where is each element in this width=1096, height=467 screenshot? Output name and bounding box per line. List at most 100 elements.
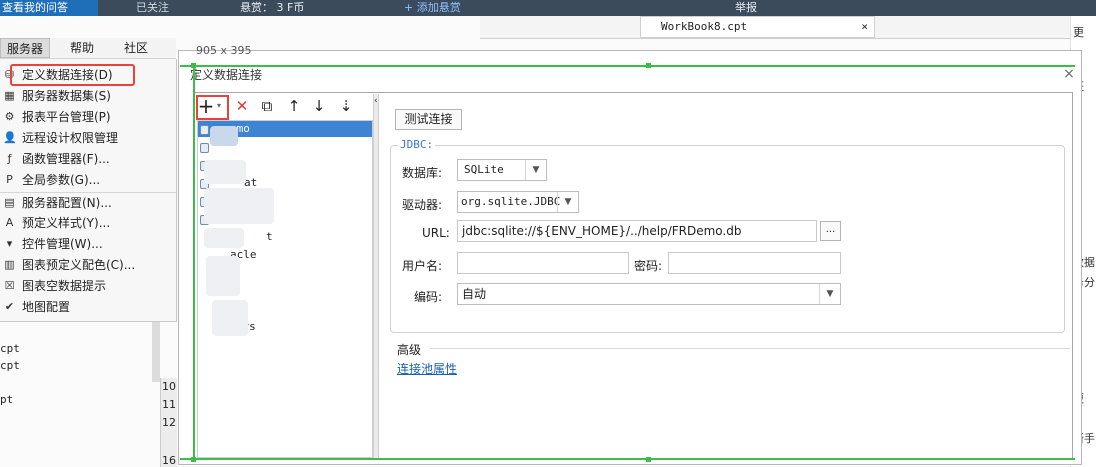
selection-handle[interactable] <box>191 457 196 462</box>
menu-item-label: 服务器数据集(S) <box>22 89 111 103</box>
delete-icon[interactable]: ✕ <box>231 94 253 118</box>
menu-item-label: 报表平台管理(P) <box>22 110 111 124</box>
menu-help[interactable]: 帮助 <box>64 38 100 58</box>
blur-mask <box>204 160 246 184</box>
global-param-icon: P <box>6 173 13 186</box>
menu-item-label: 预定义样式(Y)... <box>22 216 111 230</box>
server-config-icon: ▤ <box>4 196 15 209</box>
followed-button[interactable]: 已关注 <box>96 0 226 16</box>
row-number: 12 <box>162 416 176 429</box>
map-config-icon: ✔ <box>4 300 15 313</box>
menu-item-label: 服务器配置(N)... <box>22 196 112 210</box>
database-value: SQLite <box>464 163 504 176</box>
menu-item-server-dataset[interactable]: ▦ 服务器数据集(S) <box>0 86 176 107</box>
dialog-close-icon[interactable]: × <box>1061 66 1077 82</box>
selection-border-left <box>193 65 195 460</box>
selection-handle[interactable] <box>646 63 651 68</box>
collapse-arrow-icon[interactable]: ‹ <box>374 96 378 106</box>
copy-icon[interactable]: ⧉ <box>256 94 278 118</box>
dialog-title: 定义数据连接 <box>190 68 263 82</box>
row-number: 16 <box>162 454 176 467</box>
menu-item-chart-color[interactable]: ▥ 图表预定义配色(C)... <box>0 255 176 276</box>
highlight-define-connection <box>10 64 135 86</box>
row-number: 11 <box>162 398 176 411</box>
selection-border-top <box>180 65 1075 67</box>
tab-workbook8[interactable]: WorkBook8.cpt × <box>640 16 875 38</box>
menu-item-label: 函数管理器(F)... <box>22 152 110 166</box>
menu-item-widget-manage[interactable]: ▾ 控件管理(W)... <box>0 234 176 255</box>
database-select[interactable]: SQLite ▼ <box>457 159 547 181</box>
jdbc-legend: JDBC: <box>398 138 436 151</box>
row-header: 10 11 12 16 <box>160 378 177 467</box>
menu-item-platform-manage[interactable]: ⚙ 报表平台管理(P) <box>0 107 176 128</box>
encoding-value: 自动 <box>462 287 487 301</box>
selection-handle[interactable] <box>646 457 651 462</box>
menu-community[interactable]: 社区 <box>118 38 154 58</box>
menu-item-map-config[interactable]: ✔ 地图配置 <box>0 297 176 318</box>
menu-bar: 服务器 帮助 社区 <box>0 38 176 59</box>
panel-splitter[interactable]: ‹ <box>373 94 379 458</box>
server-dataset-icon: ▦ <box>4 89 15 102</box>
chart-color-icon: ▥ <box>4 258 15 271</box>
connection-pool-link[interactable]: 连接池属性 <box>397 360 457 377</box>
browse-button[interactable]: ... <box>820 221 841 241</box>
menu-item-global-param[interactable]: P 全局参数(G)... <box>0 170 176 191</box>
username-input[interactable] <box>457 252 629 274</box>
tab-close-icon[interactable]: × <box>861 17 868 37</box>
blur-mask <box>206 256 240 296</box>
top-bar: 查看我的问答 已关注 悬赏： 3 F币 + 添加悬赏 举报 <box>0 0 1096 16</box>
reward-label: 悬赏： 3 F币 <box>240 1 305 14</box>
server-menu: ⛁ 定义数据连接(D) ▦ 服务器数据集(S) ⚙ 报表平台管理(P) 👤 远程设计权限… <box>0 59 177 322</box>
menu-item-label: 远程设计权限管理 <box>22 131 119 145</box>
chevron-down-icon: ▼ <box>557 192 578 212</box>
database-label: 数据库: <box>402 166 443 180</box>
url-label: URL: <box>422 226 450 240</box>
move-down-icon[interactable]: ↓ <box>308 94 330 118</box>
username-label: 用户名: <box>402 259 443 273</box>
menu-item-label: 图表空数据提示 <box>22 279 107 293</box>
platform-manage-icon: ⚙ <box>4 110 15 123</box>
driver-value: org.sqlite.JDBC <box>461 195 561 208</box>
driver-select[interactable]: org.sqlite.JDBC ▼ <box>457 191 579 213</box>
predefined-style-icon: A <box>5 216 14 229</box>
database-icon <box>200 143 209 153</box>
encoding-label: 编码: <box>414 290 443 304</box>
test-connection-button[interactable]: 测试连接 <box>395 109 462 130</box>
password-input[interactable] <box>668 252 841 274</box>
chevron-down-icon: ▼ <box>525 160 546 180</box>
file-list-item[interactable]: cpt <box>0 342 20 355</box>
menu-item-chart-empty[interactable]: ☒ 图表空数据提示 <box>0 276 176 297</box>
chart-empty-icon: ☒ <box>4 279 15 292</box>
reward-value: 3 F币 <box>276 1 305 14</box>
menu-item-label: 图表预定义配色(C)... <box>22 258 136 272</box>
blur-mask <box>204 188 274 224</box>
password-label: 密码: <box>634 259 663 273</box>
chevron-down-icon: ▼ <box>819 284 840 304</box>
database-icon <box>200 125 209 135</box>
report-link[interactable]: 举报 <box>735 0 757 16</box>
size-hint: 905 x 395 <box>196 44 252 57</box>
url-input[interactable]: jdbc:sqlite://${ENV_HOME}/../help/FRDemo… <box>457 220 817 242</box>
file-list-item[interactable]: pt <box>0 393 13 406</box>
selection-handle[interactable] <box>191 63 196 68</box>
function-manager-icon: ƒ <box>7 152 12 165</box>
move-up-icon[interactable]: ↑ <box>283 94 305 118</box>
right-edge-text: 更 <box>1073 26 1084 39</box>
menu-server[interactable]: 服务器 <box>0 38 51 58</box>
menu-item-function-manager[interactable]: ƒ 函数管理器(F)... <box>0 149 176 170</box>
add-reward-link[interactable]: + 添加悬赏 <box>404 0 461 16</box>
menu-item-label: 全局参数(G)... <box>22 173 101 187</box>
menu-item-predefined-style[interactable]: A 预定义样式(Y)... <box>0 213 176 234</box>
tab-workbook8-label: WorkBook8.cpt <box>661 20 748 33</box>
encoding-select[interactable]: 自动 ▼ <box>457 283 841 305</box>
sort-icon[interactable]: ⇣ <box>335 94 357 118</box>
blur-mask <box>212 300 248 336</box>
menu-item-remote-permission[interactable]: 👤 远程设计权限管理 <box>0 128 176 149</box>
blur-mask <box>210 126 238 146</box>
file-list-item[interactable]: cpt <box>0 359 20 372</box>
my-questions-link[interactable]: 查看我的问答 <box>0 0 98 16</box>
driver-label: 驱动器: <box>402 198 443 212</box>
file-list-scrollbar[interactable] <box>152 322 160 382</box>
advanced-divider <box>430 348 1070 349</box>
menu-item-server-config[interactable]: ▤ 服务器配置(N)... <box>0 192 176 214</box>
